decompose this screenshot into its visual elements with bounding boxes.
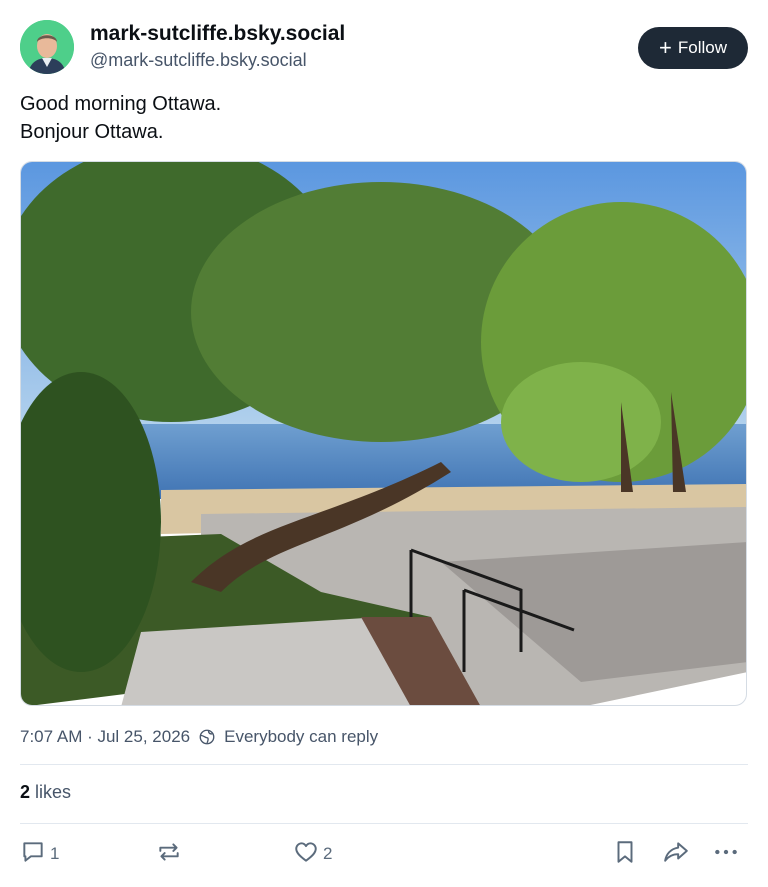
reply-button[interactable]: 1 xyxy=(20,841,59,867)
reply-setting: Everybody can reply xyxy=(224,727,379,746)
author-avatar[interactable] xyxy=(20,20,74,74)
plus-icon: + xyxy=(659,35,672,60)
likes-label: likes xyxy=(35,782,72,802)
post-meta: 7:07 AM · Jul 25, 2026 Everybody can rep… xyxy=(20,727,378,747)
bookmark-icon xyxy=(612,839,638,870)
divider xyxy=(20,764,748,765)
follow-button[interactable]: + Follow xyxy=(638,27,748,69)
like-count: 2 xyxy=(323,844,333,863)
photo-scene xyxy=(21,162,746,705)
post-timestamp[interactable]: 7:07 AM · Jul 25, 2026 xyxy=(20,727,190,747)
bookmark-button[interactable] xyxy=(612,839,638,870)
post-text: Good morning Ottawa. Bonjour Ottawa. xyxy=(20,90,221,146)
share-icon xyxy=(662,839,690,870)
share-button[interactable] xyxy=(662,841,690,867)
follow-label: Follow xyxy=(677,38,727,57)
likes-summary[interactable]: 2 likes xyxy=(20,782,71,803)
post-line: Good morning Ottawa. xyxy=(20,93,222,115)
post-image[interactable] xyxy=(20,161,747,706)
comment-icon xyxy=(20,839,46,870)
repost-button[interactable] xyxy=(156,841,186,867)
divider xyxy=(20,823,748,824)
reply-count: 1 xyxy=(50,844,60,863)
globe-icon xyxy=(198,728,216,746)
heart-icon xyxy=(293,839,319,870)
more-options-button[interactable] xyxy=(713,841,739,867)
author-handle[interactable]: @mark-sutcliffe.bsky.social xyxy=(90,50,307,71)
author-display-name[interactable]: mark-sutcliffe.bsky.social xyxy=(90,22,345,46)
repost-icon xyxy=(156,839,182,870)
likes-count: 2 xyxy=(20,782,31,802)
post-line: Bonjour Ottawa. xyxy=(20,121,164,143)
more-icon xyxy=(713,839,739,870)
avatar-photo xyxy=(20,20,74,74)
like-button[interactable]: 2 xyxy=(293,841,332,867)
